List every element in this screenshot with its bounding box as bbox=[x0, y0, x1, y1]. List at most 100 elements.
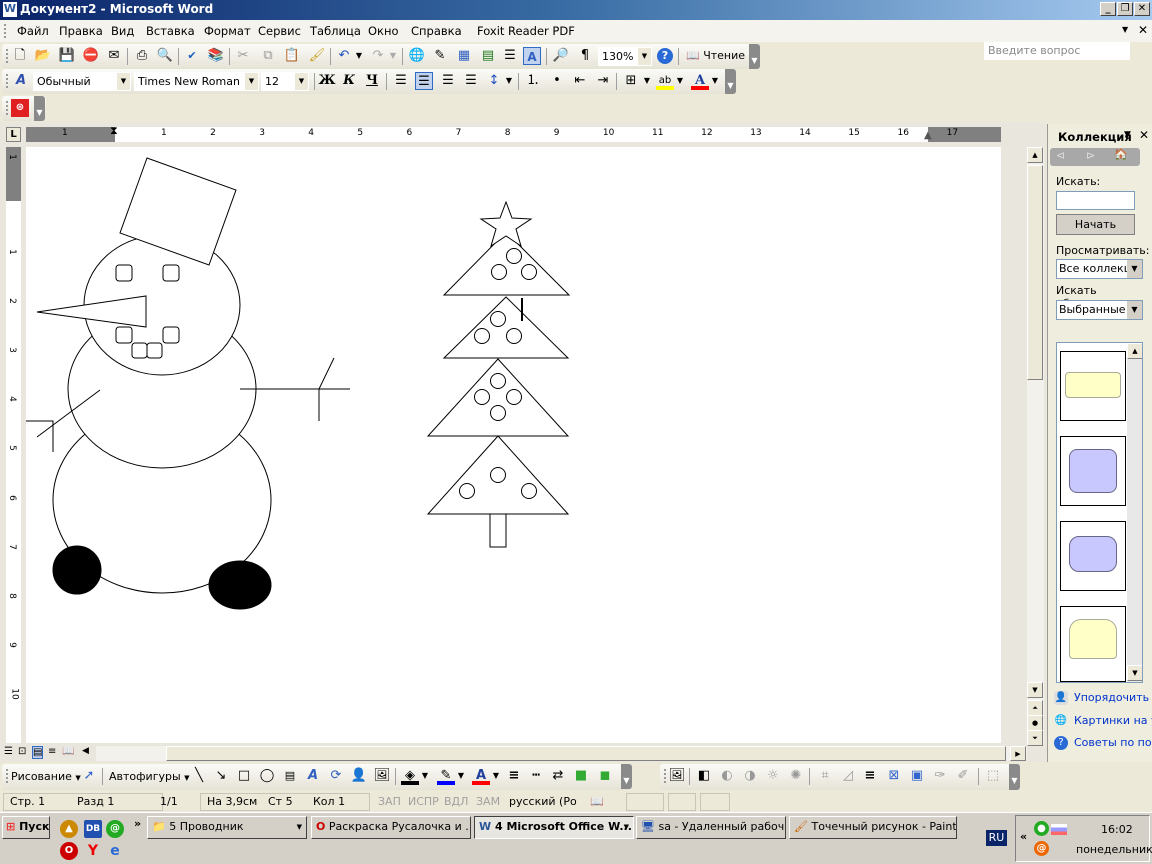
help-icon[interactable]: ? bbox=[657, 48, 673, 64]
opera-icon[interactable]: O bbox=[60, 842, 78, 860]
outline-view-icon[interactable]: ≡ bbox=[48, 746, 56, 757]
task-paint[interactable]: 🖌 Точечный рисунок - Paint bbox=[789, 816, 957, 839]
print-layout-icon[interactable]: ▤ bbox=[32, 746, 44, 759]
normal-view-icon[interactable]: ☰ bbox=[4, 746, 13, 757]
foxit-pdf-icon[interactable]: ⊛ bbox=[11, 99, 29, 117]
ask-question-input[interactable]: Введите вопрос bbox=[984, 42, 1130, 60]
status-extend[interactable]: ВДЛ bbox=[444, 795, 468, 808]
start-button[interactable]: ⊞ Пуск bbox=[2, 816, 50, 839]
ie-icon[interactable]: e bbox=[106, 842, 124, 860]
align-center-icon[interactable]: ☰ bbox=[415, 72, 433, 90]
undo-dropdown-icon[interactable]: ▼ bbox=[355, 47, 363, 65]
less-contrast-icon[interactable]: ◑ bbox=[741, 767, 759, 785]
line-spacing-dropdown-icon[interactable]: ▼ bbox=[505, 72, 513, 90]
set-transparent-icon[interactable]: ✑ bbox=[931, 767, 949, 785]
select-objects-icon[interactable]: ➚ bbox=[80, 767, 98, 785]
horizontal-ruler[interactable]: 1 1 2 3 4 5 6 7 8 9 10 11 12 13 14 15 16 17 ⧗ ▲ bbox=[26, 124, 1001, 142]
hyperlink-icon[interactable]: 🌐 bbox=[408, 47, 426, 65]
menu-view[interactable]: Вид bbox=[111, 24, 134, 38]
less-brightness-icon[interactable]: ✺ bbox=[787, 767, 805, 785]
crop-icon[interactable]: ⌗ bbox=[816, 767, 834, 785]
toolbar-options-icon[interactable]: ▼ bbox=[1009, 764, 1020, 790]
scroll-up-icon[interactable]: ▲ bbox=[1127, 343, 1142, 359]
bold-button[interactable]: Ж bbox=[318, 72, 336, 90]
toolbar-options-icon[interactable]: ▼ bbox=[749, 44, 760, 69]
3d-style-icon[interactable]: ◼ bbox=[596, 767, 614, 785]
yandex-icon[interactable]: Y bbox=[84, 842, 102, 860]
scroll-left-icon[interactable]: ◀ bbox=[82, 746, 89, 756]
tray-app-icon[interactable]: ● bbox=[1034, 821, 1049, 836]
rectangle-icon[interactable]: □ bbox=[235, 767, 253, 785]
search-tips-link[interactable]: ? Советы по пои bbox=[1054, 736, 1152, 750]
clip-thumbnail[interactable] bbox=[1060, 436, 1126, 506]
reset-picture-icon[interactable]: ✐ bbox=[954, 767, 972, 785]
italic-button[interactable]: К bbox=[340, 72, 358, 90]
clock-time[interactable]: 16:02 bbox=[1101, 823, 1133, 836]
scroll-up-icon[interactable]: ▲ bbox=[1027, 147, 1043, 163]
text-wrapping-icon[interactable]: ⬚ bbox=[984, 767, 1002, 785]
drawing-icon[interactable]: A bbox=[523, 47, 541, 65]
document-map-icon[interactable]: 🔎 bbox=[552, 47, 570, 65]
arrow-icon[interactable]: ↘ bbox=[212, 767, 230, 785]
web-view-icon[interactable]: ⊡ bbox=[18, 746, 26, 757]
home-icon[interactable]: 🏠 bbox=[1114, 148, 1128, 161]
tables-borders-icon[interactable]: ✎ bbox=[431, 47, 449, 65]
ask-dropdown-icon[interactable]: ▼ bbox=[1122, 25, 1128, 34]
font-color-dropdown-icon[interactable]: ▼ bbox=[711, 72, 719, 90]
fill-color-icon[interactable]: ◈ bbox=[401, 767, 419, 785]
tab-stop-selector[interactable]: L bbox=[6, 127, 21, 142]
line-spacing-icon[interactable]: ↕ bbox=[485, 72, 503, 90]
font-size-combo[interactable]: 12 ▼ bbox=[261, 72, 309, 91]
clip-thumbnail[interactable] bbox=[1060, 351, 1126, 421]
permission-icon[interactable]: ⛔ bbox=[82, 47, 100, 65]
more-contrast-icon[interactable]: ◐ bbox=[718, 767, 736, 785]
show-hide-icon[interactable]: ¶ bbox=[576, 47, 594, 65]
objects-select[interactable]: Выбранные т ▼ bbox=[1056, 300, 1143, 320]
browse-select[interactable]: Все коллекции ▼ bbox=[1056, 259, 1143, 279]
horizontal-scrollbar[interactable]: ▶ bbox=[96, 746, 1027, 761]
menu-help[interactable]: Справка bbox=[411, 24, 462, 38]
style-combo[interactable]: Обычный ▼ bbox=[33, 72, 131, 91]
insert-picture-icon[interactable]: 🖼 bbox=[668, 767, 686, 785]
close-button[interactable]: ✕ bbox=[1134, 2, 1150, 16]
go-button[interactable]: Начать bbox=[1056, 214, 1135, 235]
clipart-icon[interactable]: 👤 bbox=[350, 767, 368, 785]
numbering-icon[interactable]: ⒈ bbox=[524, 72, 542, 90]
chevron-down-icon[interactable]: ▼ bbox=[1127, 301, 1142, 319]
insert-picture-icon[interactable]: 🖼 bbox=[373, 767, 391, 785]
font-color-icon[interactable]: A bbox=[472, 767, 490, 785]
autoshapes-menu[interactable]: Автофигуры ▼ bbox=[109, 770, 190, 783]
spelling-status-icon[interactable]: 📖 bbox=[590, 795, 604, 808]
forward-icon[interactable]: ⊳ bbox=[1086, 149, 1095, 162]
spelling-icon[interactable]: ✔ bbox=[183, 47, 201, 65]
icq-icon[interactable]: @ bbox=[106, 820, 124, 838]
search-input[interactable] bbox=[1056, 191, 1135, 210]
email-icon[interactable]: ✉ bbox=[105, 47, 123, 65]
format-picture-icon[interactable]: ▣ bbox=[908, 767, 926, 785]
right-indent-marker[interactable]: ▲ bbox=[924, 130, 932, 141]
decrease-indent-icon[interactable]: ⇤ bbox=[571, 72, 589, 90]
scroll-right-icon[interactable]: ▶ bbox=[1010, 746, 1026, 761]
more-brightness-icon[interactable]: ☼ bbox=[764, 767, 782, 785]
browse-object-icon[interactable]: ● bbox=[1027, 715, 1043, 731]
insert-excel-icon[interactable]: ▤ bbox=[479, 47, 497, 65]
cut-icon[interactable]: ✂ bbox=[234, 47, 252, 65]
line-icon[interactable]: ╲ bbox=[190, 767, 208, 785]
draw-menu[interactable]: Рисование ▼ bbox=[11, 770, 81, 783]
clip-art-online-link[interactable]: 🌐 Картинки на у bbox=[1054, 714, 1152, 728]
arrow-style-icon[interactable]: ⇄ bbox=[549, 767, 567, 785]
menu-tools[interactable]: Сервис bbox=[258, 24, 301, 38]
tray-agent-icon[interactable]: @ bbox=[1034, 841, 1049, 856]
menu-edit[interactable]: Правка bbox=[59, 24, 103, 38]
diagram-icon[interactable]: ⟳ bbox=[327, 767, 345, 785]
font-combo[interactable]: Times New Roman ▼ bbox=[134, 72, 259, 91]
color-icon[interactable]: ◧ bbox=[695, 767, 713, 785]
next-page-icon[interactable]: ⏷ bbox=[1027, 730, 1043, 746]
align-left-icon[interactable]: ☰ bbox=[392, 72, 410, 90]
styles-formatting-icon[interactable]: A bbox=[12, 72, 30, 90]
results-list[interactable]: ▲ ▼ bbox=[1056, 342, 1143, 683]
close-document-icon[interactable]: ✕ bbox=[1138, 23, 1148, 37]
undo-icon[interactable]: ↶ bbox=[335, 47, 353, 65]
task-explorer[interactable]: 📁 5 Проводник ▼ bbox=[147, 816, 307, 839]
dash-style-icon[interactable]: ┅ bbox=[527, 767, 545, 785]
